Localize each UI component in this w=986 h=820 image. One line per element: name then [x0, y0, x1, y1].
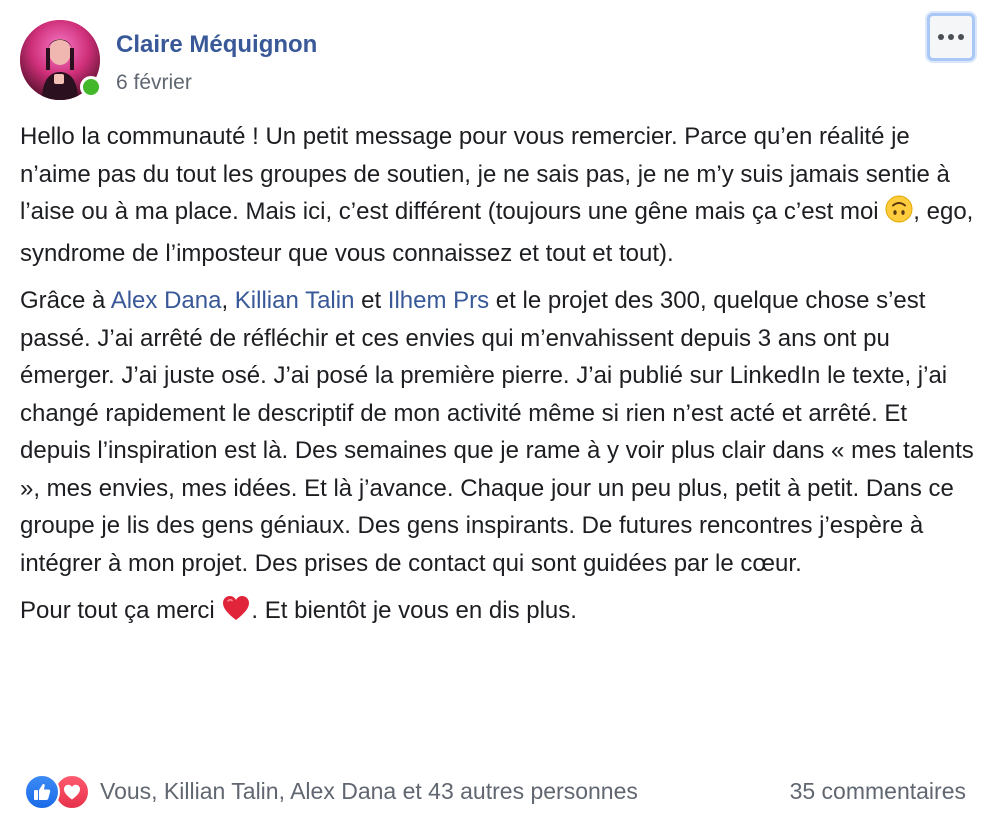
paragraph-text: . Et bientôt je vous en dis plus.	[251, 597, 577, 624]
more-dots-icon	[938, 34, 964, 40]
comments-count-link[interactable]: 35 commentaires	[790, 778, 966, 805]
facebook-post: Claire Méquignon 6 février Hello la comm…	[0, 0, 986, 820]
online-status-dot	[80, 76, 102, 98]
post-timestamp[interactable]: 6 février	[116, 71, 192, 95]
like-icon	[24, 774, 60, 810]
reaction-icons[interactable]	[24, 774, 108, 810]
paragraph-text: ,	[221, 287, 235, 314]
paragraph-text: et le projet des 300, quelque chose s’es…	[20, 287, 974, 577]
paragraph-text: Grâce à	[20, 287, 111, 314]
reactions-summary-link[interactable]: Vous, Killian Talin, Alex Dana et 43 aut…	[100, 778, 638, 805]
author-avatar[interactable]	[20, 20, 102, 100]
upside-down-face-icon	[885, 195, 913, 235]
mention-killian-talin[interactable]: Killian Talin	[235, 287, 355, 314]
paragraph-text: Pour tout ça merci	[20, 597, 222, 624]
post-paragraph: Grâce à Alex Dana, Killian Talin et Ilhe…	[20, 282, 975, 582]
paragraph-text: et	[354, 287, 388, 314]
post-paragraph: Pour tout ça merci . Et bientôt je vous …	[20, 592, 975, 634]
mention-ilhem-prs[interactable]: Ilhem Prs	[388, 287, 489, 314]
mention-alex-dana[interactable]: Alex Dana	[111, 287, 222, 314]
reactions-bar: Vous, Killian Talin, Alex Dana et 43 aut…	[20, 772, 966, 812]
post-paragraph: Hello la communauté ! Un petit message p…	[20, 118, 975, 272]
more-options-button[interactable]	[927, 13, 975, 61]
post-text: Hello la communauté ! Un petit message p…	[20, 118, 975, 644]
paragraph-text: Hello la communauté ! Un petit message p…	[20, 123, 950, 225]
red-heart-icon	[221, 594, 251, 634]
author-name-link[interactable]: Claire Méquignon	[116, 31, 317, 59]
